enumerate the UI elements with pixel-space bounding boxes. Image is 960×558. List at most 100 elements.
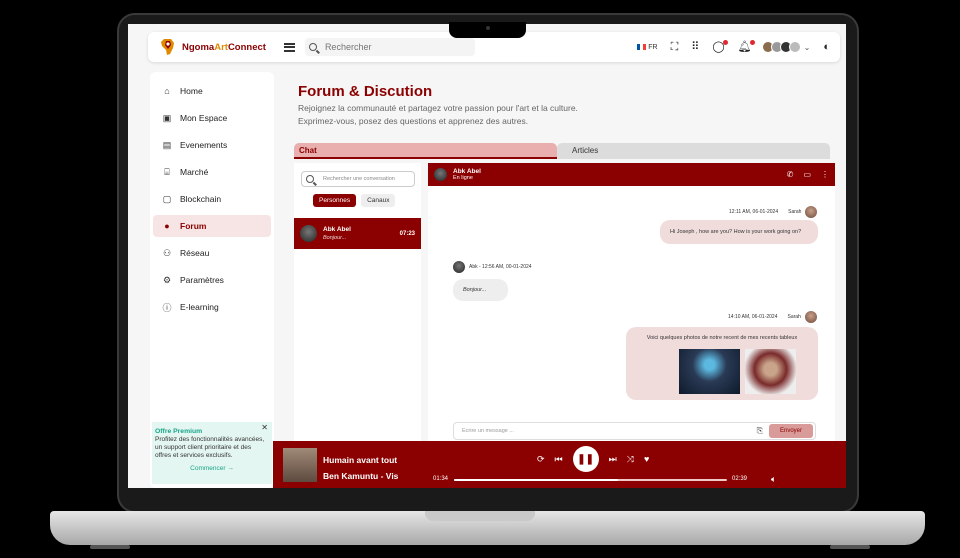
premium-start-link[interactable]: Commencer → (155, 465, 269, 473)
shuffle-icon[interactable]: ⤨ (627, 454, 634, 465)
africa-logo-icon[interactable] (158, 37, 178, 57)
tab-bar: Chat Articles (294, 143, 830, 159)
conversation-filters: Personnes Canaux (313, 194, 421, 207)
sidebar-item-label: Forum (180, 221, 207, 231)
repeat-icon[interactable]: ⟳ (537, 454, 545, 465)
previous-icon[interactable]: ⏮︎ (555, 454, 563, 465)
laptop-frame: NgomaArtConnect FR ⛶ ⠿ ◯ 🔔︎ ⌄ (0, 0, 960, 558)
sidebar-item-forum[interactable]: ● Forum (153, 215, 271, 237)
next-icon[interactable]: ⏭︎ (609, 454, 617, 465)
camera-notch (449, 22, 526, 38)
close-icon[interactable]: ✕ (261, 424, 268, 432)
blockchain-icon: ▢ (162, 193, 172, 204)
page-subtitle: Rejoignez la communauté et partagez votr… (298, 102, 628, 128)
learning-icon: ⓘ (162, 302, 172, 313)
sidebar-item-param-tres[interactable]: ⚙ Paramètres (153, 269, 271, 291)
fullscreen-icon[interactable]: ⛶ (671, 41, 679, 53)
apps-grid-icon[interactable]: ⠿ (691, 41, 699, 53)
base-notch (425, 511, 535, 521)
message-time: 12:11 AM, 06-01-2024 (729, 209, 779, 215)
sidebar-item-r-seau[interactable]: ⚇ Réseau (153, 242, 271, 264)
chat-icon[interactable]: ◯ (712, 39, 728, 53)
search-input[interactable] (324, 42, 465, 52)
video-camera-icon[interactable]: ▭ (803, 170, 811, 179)
message-author: Sarah (788, 209, 802, 215)
album-cover[interactable] (283, 448, 317, 482)
language-selector[interactable]: FR (637, 44, 658, 51)
sidebar-item-home[interactable]: ⌂ Home (153, 80, 271, 102)
sidebar: ⌂ Home ▣ Mon Espace ▤ Evenements ⌸ Marché ▢ Block… (150, 72, 274, 488)
sidebar-item-e-learning[interactable]: ⓘ E-learning (153, 296, 271, 318)
conversation-search[interactable]: Rechercher une conversation (301, 171, 415, 187)
progress-fill (454, 479, 618, 481)
avatar (300, 225, 317, 242)
current-time: 01:34 (433, 476, 449, 482)
brand-part-art: Art (214, 41, 228, 53)
chevron-down-icon[interactable]: ⌄ (804, 43, 811, 52)
track-duration: 02:39 (732, 476, 748, 482)
sidebar-item-label: E-learning (180, 302, 219, 312)
chat-panel: Abk Abel En ligne ✆ ▭ ⋮ 12:11 AM, 06-01-… (428, 163, 835, 443)
progress-bar[interactable] (454, 479, 727, 481)
gear-icon: ⚙ (162, 274, 172, 285)
conversation-item[interactable]: Abk Abel Bonjour... 07:23 (294, 218, 421, 249)
sidebar-item-label: Réseau (180, 248, 210, 258)
filter-people-button[interactable]: Personnes (313, 194, 357, 207)
conversation-search-placeholder: Rechercher une conversation (323, 176, 395, 182)
brand-name[interactable]: NgomaArtConnect (182, 42, 266, 53)
track-artist: Ben Kamuntu - Vis (323, 471, 399, 481)
avatar (805, 206, 818, 218)
camera-icon (486, 26, 490, 30)
search-icon (306, 175, 314, 183)
avatar (434, 168, 447, 181)
sidebar-item-mon-espace[interactable]: ▣ Mon Espace (153, 107, 271, 129)
forum-icon: ● (164, 221, 170, 231)
music-player: Humain avant tout Ben Kamuntu - Vis ⟳ ⏮︎… (273, 441, 846, 488)
hamburger-menu-icon[interactable] (283, 42, 295, 52)
sidebar-item-blockchain[interactable]: ▢ Blockchain (153, 188, 271, 210)
pause-button[interactable]: ❚❚ (572, 446, 599, 472)
sidebar-item-label: Paramètres (180, 275, 224, 285)
sidebar-nav: ⌂ Home ▣ Mon Espace ▤ Evenements ⌸ Marché ▢ Block… (150, 80, 274, 318)
sidebar-item-label: Blockchain (180, 194, 222, 204)
bell-icon[interactable]: 🔔︎ (738, 39, 755, 53)
tab-chat[interactable]: Chat (294, 143, 557, 159)
avatar (453, 261, 465, 273)
avatar (804, 311, 817, 323)
artwork-image[interactable] (745, 349, 796, 394)
sidebar-item-evenements[interactable]: ▤ Evenements (153, 134, 271, 156)
laptop-foot-right (830, 545, 870, 549)
heart-icon[interactable]: ♥ (644, 454, 649, 464)
store-icon: ⌸ (164, 166, 170, 177)
message-time: Abk - 12:56 AM, 00-01-2024 (469, 264, 532, 270)
sidebar-item-label: Evenements (180, 140, 228, 150)
page-title: Forum & Discution (298, 83, 433, 100)
phone-icon[interactable]: ✆ (787, 170, 794, 179)
brand-part-connect: Connect (227, 41, 266, 53)
sidebar-item-march-[interactable]: ⌸ Marché (153, 161, 271, 183)
message-meta: 12:11 AM, 06-01-2024 Sarah (729, 206, 818, 218)
avatar (788, 41, 801, 53)
artwork-image[interactable] (679, 349, 740, 394)
laptop-foot-left (90, 545, 130, 549)
avatar-group[interactable]: ⌄ (761, 41, 811, 53)
tab-articles[interactable]: Articles (557, 143, 830, 159)
message-bubble-incoming: Bonjour... (453, 279, 508, 301)
moon-icon[interactable]: ◐ (823, 41, 830, 53)
search-box[interactable] (304, 38, 475, 56)
calendar-icon: ▤ (162, 139, 172, 150)
volume-icon[interactable]: 🔈︎ (771, 474, 776, 485)
top-right-tools: FR ⛶ ⠿ ◯ 🔔︎ ⌄ ◐ (637, 39, 830, 53)
send-button[interactable]: Envoyer (769, 424, 813, 438)
screen: NgomaArtConnect FR ⛶ ⠿ ◯ 🔔︎ ⌄ (128, 24, 846, 488)
bell-badge (749, 39, 755, 45)
filter-channels-button[interactable]: Canaux (361, 194, 396, 207)
message-meta: Abk - 12:56 AM, 00-01-2024 (453, 261, 532, 273)
more-vertical-icon[interactable]: ⋮ (821, 170, 829, 179)
message-time: 14:10 AM, 06-01-2024 (728, 314, 778, 320)
premium-offer-card: ✕ Offre Premium Profitez des fonctionnal… (152, 422, 272, 484)
message-input-placeholder: Ecrire un message ... (462, 428, 514, 434)
message-input[interactable]: Ecrire un message ... ⎘ Envoyer (453, 422, 816, 440)
france-flag-icon (637, 44, 647, 50)
paperclip-icon[interactable]: ⎘ (757, 426, 763, 436)
